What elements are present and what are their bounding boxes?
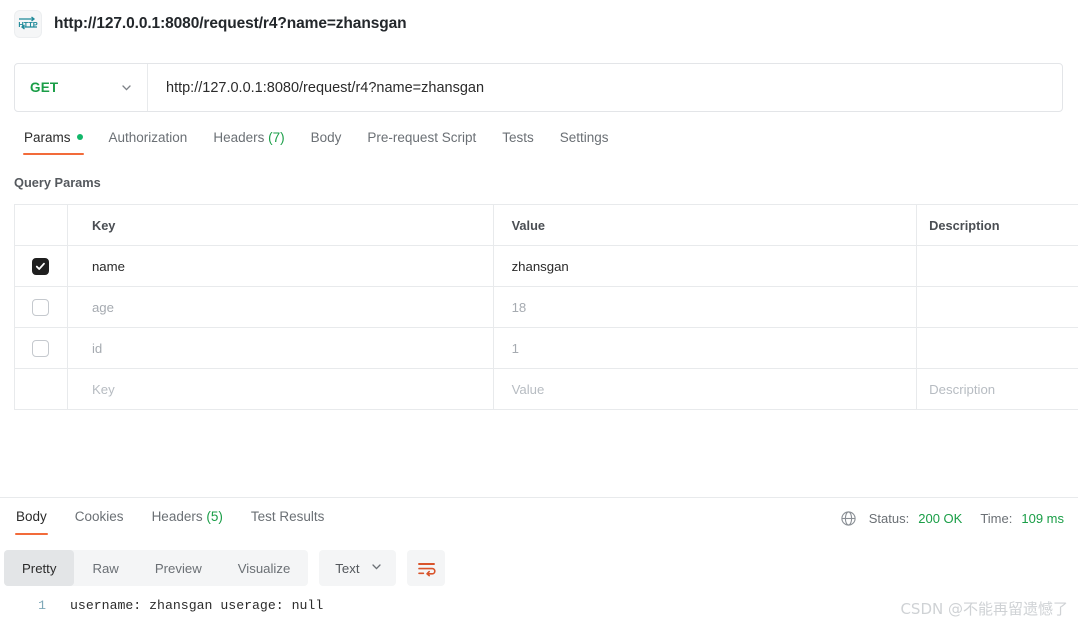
tab-tests-label: Tests xyxy=(502,130,534,145)
header-description: Description xyxy=(929,217,1000,233)
tab-headers-count: (7) xyxy=(268,130,285,145)
svg-text:HTTP: HTTP xyxy=(18,20,37,29)
page-title: http://127.0.0.1:8080/request/r4?name=zh… xyxy=(54,14,407,32)
response-view-mode-group: Pretty Raw Preview Visualize xyxy=(4,550,309,586)
request-tab-bar: Params Authorization Headers (7) Body Pr… xyxy=(0,128,1078,160)
query-params-table: Key Value Description name zhansgan age … xyxy=(14,204,1078,410)
tab-authorization-label: Authorization xyxy=(108,130,188,145)
time-label: Time: xyxy=(980,511,1013,526)
postman-request-window: HTTP http://127.0.0.1:8080/request/r4?na… xyxy=(0,0,1078,630)
watermark: CSDN @不能再留遗憾了 xyxy=(900,600,1068,618)
tab-settings[interactable]: Settings xyxy=(547,128,622,155)
response-tab-headers-label: Headers xyxy=(151,509,203,524)
query-params-title: Query Params xyxy=(14,175,101,190)
row-key[interactable]: name xyxy=(68,246,494,286)
tab-pre-request-script-label: Pre-request Script xyxy=(367,130,477,145)
response-divider xyxy=(0,497,1078,498)
response-tab-headers-count: (5) xyxy=(206,509,223,524)
tab-authorization[interactable]: Authorization xyxy=(96,128,201,155)
tab-headers[interactable]: Headers (7) xyxy=(200,128,297,155)
header-key: Key xyxy=(68,205,494,245)
response-format-select[interactable]: Text xyxy=(319,550,397,586)
table-row: name zhansgan xyxy=(15,246,1078,287)
tab-pre-request-script[interactable]: Pre-request Script xyxy=(354,128,489,155)
response-format-label: Text xyxy=(335,560,360,576)
request-url-bar: GET xyxy=(14,63,1063,112)
line-number: 1 xyxy=(38,598,46,613)
table-new-row: Key Value Description xyxy=(15,369,1078,410)
http-method-label: GET xyxy=(30,80,59,95)
response-tab-body[interactable]: Body xyxy=(2,507,61,535)
http-method-select[interactable]: GET xyxy=(15,64,148,111)
row-checkbox-cell xyxy=(15,287,68,327)
row-checkbox-id[interactable] xyxy=(32,339,50,357)
row-value[interactable]: 18 xyxy=(494,287,918,327)
time-value: 109 ms xyxy=(1021,511,1064,526)
row-description[interactable] xyxy=(917,328,1078,368)
response-status-strip: Status: 200 OK Time: 109 ms xyxy=(840,510,1064,527)
new-row-key-placeholder[interactable]: Key xyxy=(68,369,494,409)
row-checkbox-name[interactable] xyxy=(32,257,50,275)
response-tab-cookies[interactable]: Cookies xyxy=(61,507,138,535)
view-mode-pretty[interactable]: Pretty xyxy=(4,550,75,586)
response-tab-test-results-label: Test Results xyxy=(250,509,325,524)
table-row: id 1 xyxy=(15,328,1078,369)
row-checkbox-cell xyxy=(15,328,68,368)
new-row-value-placeholder[interactable]: Value xyxy=(494,369,918,409)
response-tab-test-results[interactable]: Test Results xyxy=(237,507,339,535)
row-key[interactable]: age xyxy=(68,287,494,327)
response-tab-bar: Body Cookies Headers (5) Test Results xyxy=(0,507,700,539)
response-tab-headers[interactable]: Headers (5) xyxy=(138,507,237,535)
tab-tests[interactable]: Tests xyxy=(489,128,547,155)
row-checkbox-age[interactable] xyxy=(32,298,50,316)
table-header-row: Key Value Description xyxy=(15,205,1078,246)
view-mode-raw[interactable]: Raw xyxy=(74,550,136,586)
view-mode-visualize[interactable]: Visualize xyxy=(220,550,309,586)
response-tab-cookies-label: Cookies xyxy=(74,509,124,524)
header-checkbox-cell xyxy=(15,205,68,245)
status-badge: 200 OK xyxy=(918,511,963,526)
unsaved-dot-icon xyxy=(76,134,83,140)
row-value[interactable]: 1 xyxy=(494,328,918,368)
header-value: Value xyxy=(494,205,918,245)
wrap-text-icon[interactable] xyxy=(407,550,446,586)
new-row-description-placeholder[interactable]: Description xyxy=(917,369,1078,409)
new-row-checkbox-cell xyxy=(15,369,68,409)
row-description[interactable] xyxy=(917,246,1078,286)
globe-icon[interactable] xyxy=(840,510,857,527)
tab-headers-label: Headers xyxy=(213,130,265,145)
tab-body-label: Body xyxy=(310,130,342,145)
chevron-down-icon xyxy=(120,81,133,94)
row-checkbox-cell xyxy=(15,246,68,286)
response-tab-body-label: Body xyxy=(16,509,47,524)
response-body-text: username: zhansgan userage: null xyxy=(70,598,324,613)
chevron-down-icon xyxy=(370,560,383,576)
view-mode-preview[interactable]: Preview xyxy=(137,550,220,586)
tab-params[interactable]: Params xyxy=(11,128,96,155)
url-input[interactable] xyxy=(148,64,1062,111)
tab-settings-label: Settings xyxy=(559,130,609,145)
response-body-toolbar: Pretty Raw Preview Visualize Text xyxy=(4,550,446,586)
row-key[interactable]: id xyxy=(68,328,494,368)
tab-body[interactable]: Body xyxy=(298,128,355,155)
request-title-bar: HTTP http://127.0.0.1:8080/request/r4?na… xyxy=(0,0,1078,47)
row-description[interactable] xyxy=(917,287,1078,327)
table-row: age 18 xyxy=(15,287,1078,328)
tab-params-label: Params xyxy=(24,130,71,145)
http-protocol-icon: HTTP xyxy=(14,9,42,38)
status-label: Status: xyxy=(868,511,910,526)
row-value[interactable]: zhansgan xyxy=(494,246,918,286)
